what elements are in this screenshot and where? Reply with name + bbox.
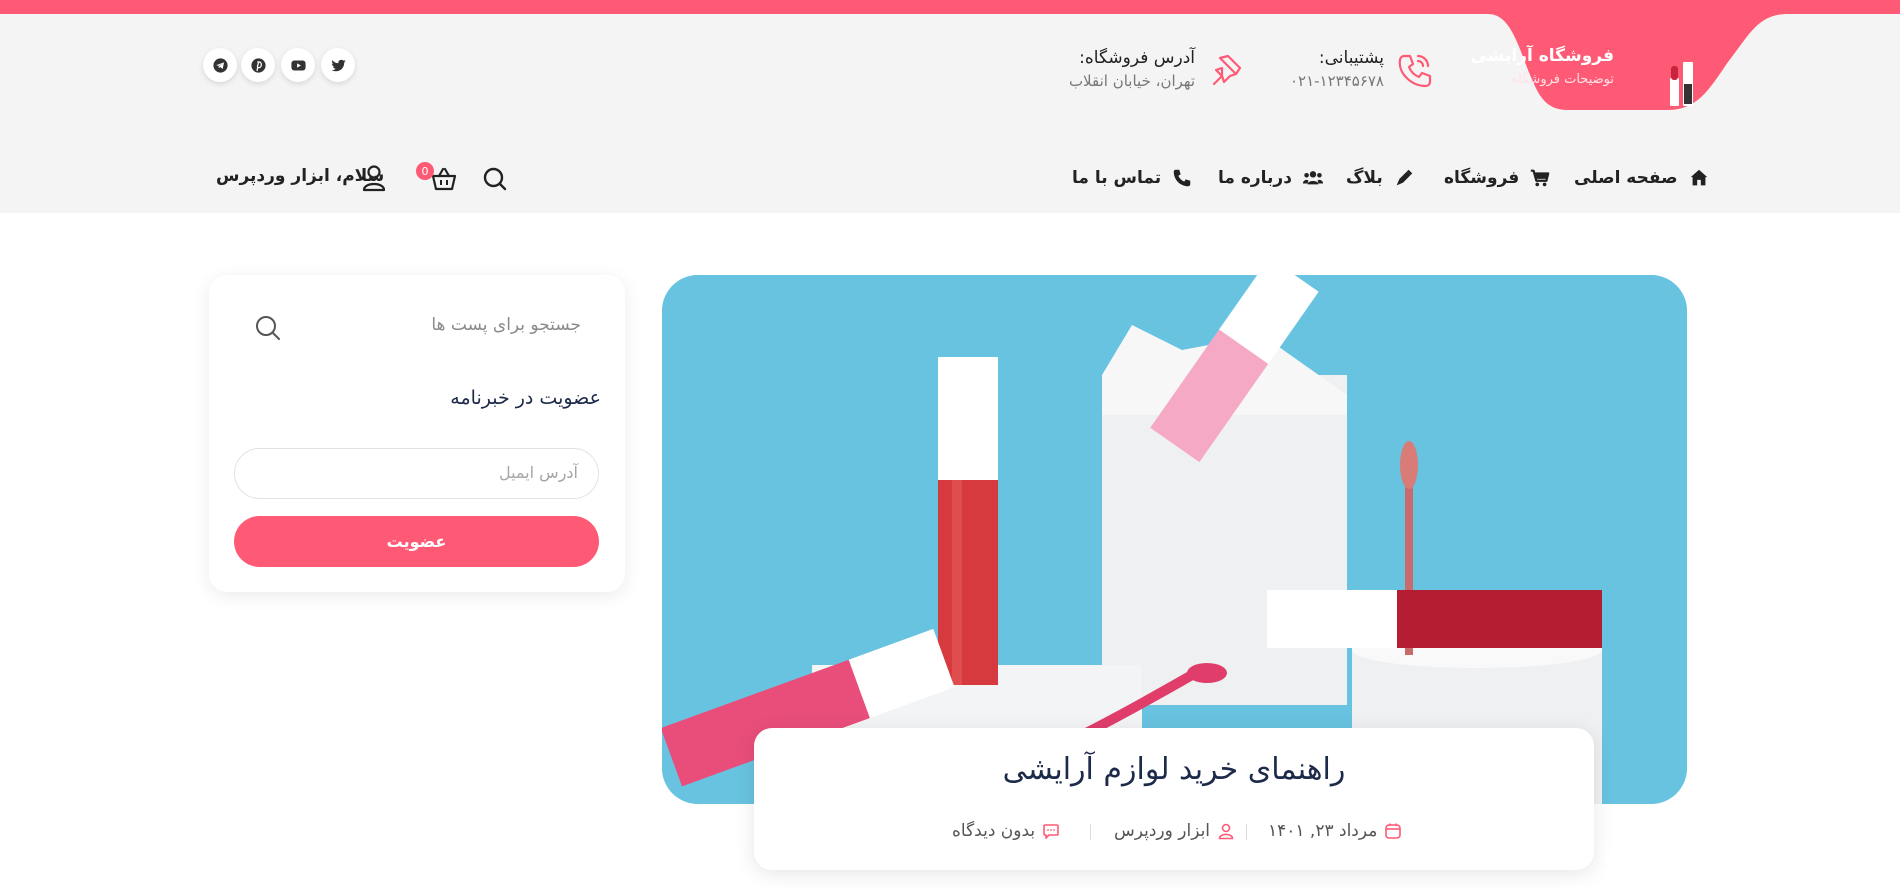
- cart-count-badge: 0: [416, 162, 434, 180]
- nav-shop-label: فروشگاه: [1444, 168, 1520, 188]
- nav-home-label: صفحه اصلی: [1574, 168, 1678, 188]
- nav-blog-label: بلاگ: [1346, 168, 1383, 188]
- nav-home[interactable]: صفحه اصلی: [1574, 164, 1710, 192]
- support-phone: ۰۲۱-۱۲۳۴۵۶۷۸: [1289, 72, 1384, 90]
- post-comments-value: بدون دیدگاه: [952, 821, 1036, 841]
- post-comments[interactable]: بدون دیدگاه: [952, 820, 1060, 842]
- post-date-value: مرداد ۲۳, ۱۴۰۱: [1268, 821, 1378, 841]
- pen-icon: [1396, 169, 1412, 186]
- nav-about[interactable]: درباره ما: [1218, 164, 1324, 192]
- newsletter-title: عضویت در خبرنامه: [450, 387, 601, 409]
- twitter-icon[interactable]: [321, 48, 355, 82]
- post-card[interactable]: راهنمای خرید لوازم آرایشی مرداد ۲۳, ۱۴۰۱…: [754, 728, 1594, 870]
- search-icon[interactable]: [482, 166, 508, 192]
- post-date: مرداد ۲۳, ۱۴۰۱: [1268, 820, 1402, 842]
- cart-icon: [1531, 169, 1550, 187]
- email-field[interactable]: آدرس ایمیل: [234, 448, 599, 499]
- search-icon[interactable]: [254, 314, 282, 342]
- phone-icon: [1173, 169, 1191, 187]
- phone-icon: [1398, 54, 1432, 88]
- sidebar-widget: جستجو برای پست ها عضویت در خبرنامه آدرس …: [209, 275, 625, 592]
- support-info: پشتیبانی: ۰۲۱-۱۲۳۴۵۶۷۸: [1270, 48, 1384, 90]
- nav-shop[interactable]: فروشگاه: [1444, 164, 1551, 192]
- top-accent-bar: [0, 0, 1900, 14]
- nav-about-label: درباره ما: [1218, 168, 1292, 188]
- nav-contact-label: تماس با ما: [1072, 168, 1162, 188]
- comment-icon: [1043, 824, 1059, 839]
- post-title[interactable]: راهنمای خرید لوازم آرایشی: [754, 752, 1594, 787]
- home-icon: [1690, 169, 1707, 186]
- post-search-input[interactable]: جستجو برای پست ها: [431, 315, 581, 335]
- basket-icon[interactable]: [430, 165, 458, 193]
- users-icon: [1302, 171, 1324, 185]
- store-name: فروشگاه آرایشی: [1470, 46, 1614, 66]
- post-featured-image[interactable]: [662, 275, 1687, 804]
- meta-divider: [1090, 824, 1091, 840]
- pin-icon: [1212, 54, 1242, 86]
- support-title: پشتیبانی:: [1318, 48, 1384, 68]
- site-header: فروشگاه آرایشی توضیحات فروشگاه پشتیبانی:…: [0, 14, 1900, 213]
- address-info: آدرس فروشگاه: تهران، خیابان انقلاب: [1050, 48, 1195, 90]
- logo-tab[interactable]: فروشگاه آرایشی توضیحات فروشگاه: [1470, 14, 1788, 110]
- user-greeting[interactable]: سلام، ابزار وردپرس: [216, 166, 384, 186]
- nav-contact[interactable]: تماس با ما: [1072, 164, 1193, 192]
- email-placeholder: آدرس ایمیل: [498, 463, 578, 482]
- address-value: تهران، خیابان انقلاب: [1068, 72, 1195, 90]
- join-button[interactable]: عضویت: [234, 516, 599, 567]
- address-title: آدرس فروشگاه:: [1079, 48, 1195, 68]
- youtube-icon[interactable]: [281, 48, 315, 82]
- meta-divider: [1246, 824, 1247, 840]
- post-author-value: ابزار وردپرس: [1114, 821, 1211, 841]
- lipgloss-photo: [662, 275, 1687, 804]
- pinterest-icon[interactable]: [241, 48, 275, 82]
- lipstick-logo-icon: [1670, 62, 1693, 106]
- calendar-icon: [1385, 823, 1402, 839]
- nav-blog[interactable]: بلاگ: [1346, 164, 1415, 192]
- store-description: توضیحات فروشگاه: [1511, 72, 1614, 87]
- user-icon: [1218, 823, 1234, 840]
- telegram-icon[interactable]: [203, 48, 237, 82]
- post-author[interactable]: ابزار وردپرس: [1114, 820, 1235, 842]
